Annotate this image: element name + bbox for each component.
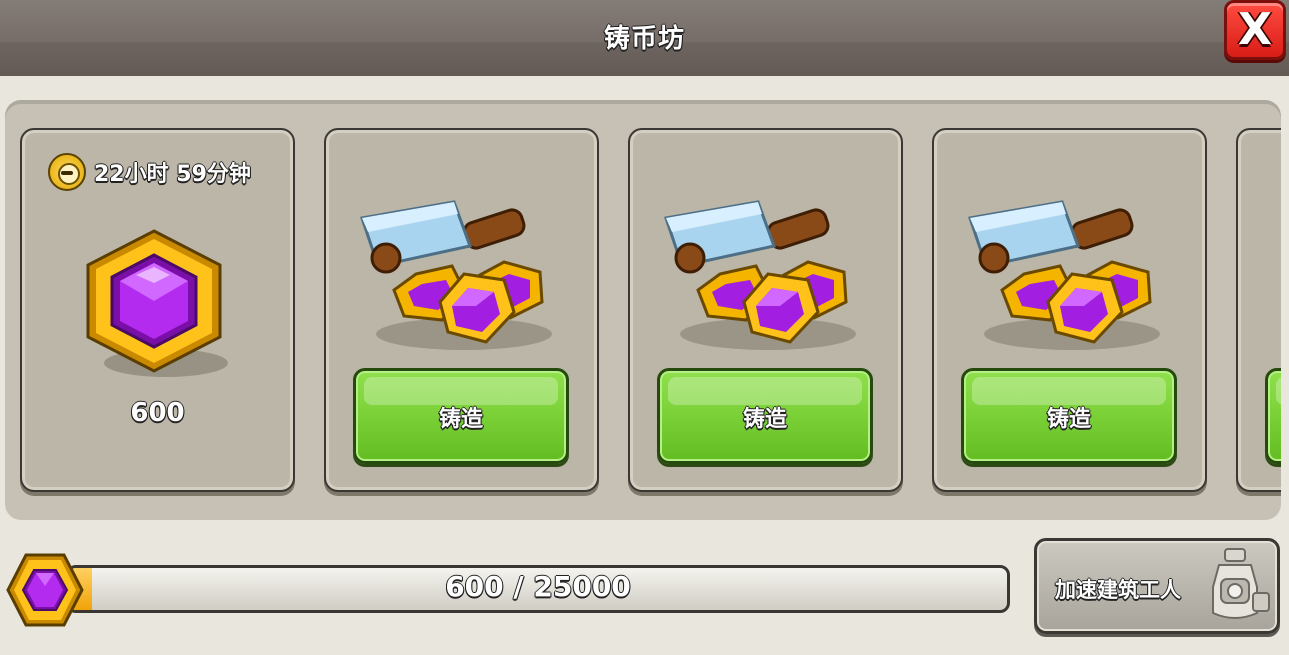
forge-button-label: 铸造 — [438, 407, 483, 432]
progress-text: 600 / 25000 — [445, 570, 631, 603]
close-icon: X — [1238, 4, 1272, 55]
timer: 22小时 59分钟 — [48, 152, 251, 192]
gem-icon — [86, 229, 228, 377]
forge-card-partial — [1236, 128, 1281, 492]
speed-up-builder-button[interactable]: 加速建筑工人 — [1034, 538, 1280, 634]
speed-up-builder-label: 加速建筑工人 — [1055, 578, 1181, 602]
gem-storage-card: 22小时 59分钟 600 — [20, 128, 295, 492]
hammer-gems-icon — [968, 200, 1160, 350]
forge-button-label: 铸造 — [1046, 407, 1091, 432]
window-title: 铸币坊 — [603, 24, 685, 54]
builder-potion-icon — [1212, 548, 1270, 619]
forge-shelf[interactable]: 22小时 59分钟 600 铸造 铸造 铸造 — [5, 100, 1281, 520]
forge-button-partial[interactable] — [1265, 368, 1281, 464]
forge-card: 铸造 — [324, 128, 599, 492]
timer-text: 22小时 59分钟 — [94, 162, 251, 187]
forge-button[interactable]: 铸造 — [657, 368, 873, 464]
gem-icon — [6, 553, 84, 627]
hammer-gems-icon — [360, 200, 552, 350]
close-button[interactable]: X — [1224, 0, 1286, 60]
forge-button-label: 铸造 — [742, 407, 787, 432]
forge-card: 铸造 — [628, 128, 903, 492]
gem-amount: 600 — [130, 398, 185, 428]
clock-icon — [48, 153, 86, 191]
gem-progress: 600 / 25000 — [6, 552, 1012, 628]
forge-card: 铸造 — [932, 128, 1207, 492]
forge-button[interactable]: 铸造 — [353, 368, 569, 464]
forge-button[interactable]: 铸造 — [961, 368, 1177, 464]
hammer-gems-icon — [664, 200, 856, 350]
